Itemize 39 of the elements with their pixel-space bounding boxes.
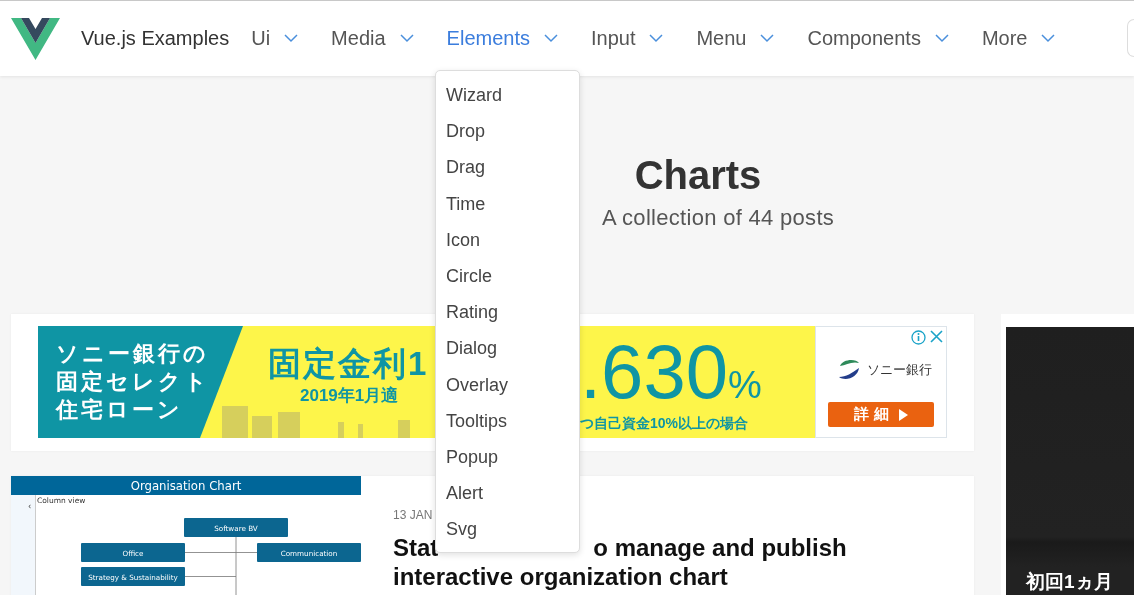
site-title[interactable]: Vue.js Examples [81,27,230,50]
ad-text: 2019年1月適 [300,385,399,407]
ad-text: ソニー銀行の [56,340,210,368]
video-ad-panel[interactable]: 初回1ヵ月 [1006,327,1134,595]
dropdown-item[interactable]: Circle [436,257,579,295]
chart-title: Organisation Chart [130,478,242,493]
nav-menu-item[interactable]: More [981,27,1056,50]
post-title-fragment[interactable]: o manage and publish [593,533,847,562]
dropdown-item[interactable]: Tooltips [436,402,579,439]
ad-rate: .630 [580,332,728,412]
nav-menu-item[interactable]: Menu [696,27,775,50]
nav-menu-item[interactable]: Ui [251,27,299,50]
nav-menu-item[interactable]: Media [331,27,414,50]
page-subtitle: A collection of 44 posts [601,204,835,232]
ad-text: 固定セレクト [56,368,211,396]
post-title-line[interactable]: interactive organization chart [393,562,847,591]
post-title-fragment[interactable]: Stat [393,533,439,562]
dropdown-item[interactable]: Time [436,185,579,222]
dropdown-item[interactable]: Drag [436,149,579,186]
nav-menu-item[interactable]: Elements [446,27,558,50]
nav-menu-item[interactable]: Components [807,27,949,50]
dropdown-item[interactable]: Wizard [436,77,579,114]
ad-text: 住宅ローン [56,396,184,424]
dropdown-item[interactable]: Overlay [436,366,579,403]
dropdown-item[interactable]: Drop [436,113,579,150]
ad-caption: 初回1ヵ月 [1026,570,1114,594]
ad-text: つ自己資金10%以上の場合 [580,414,750,432]
ad-headline: 固定金利1 [268,344,429,384]
dropdown-item[interactable]: Popup [436,438,579,476]
page-title: Charts [634,152,762,199]
ad-rate-unit: % [727,364,762,407]
back-arrow[interactable]: ‹ [28,502,32,511]
bank-name: ソニー銀行 [867,361,932,379]
dropdown-item[interactable]: Svg [436,511,579,548]
dropdown-item[interactable]: Dialog [436,330,579,367]
dropdown-item[interactable]: Alert [436,475,579,512]
nav-menu-item[interactable]: Input [590,27,664,50]
dropdown-item[interactable]: Icon [436,221,579,258]
post-date: 13 JAN [393,507,434,523]
